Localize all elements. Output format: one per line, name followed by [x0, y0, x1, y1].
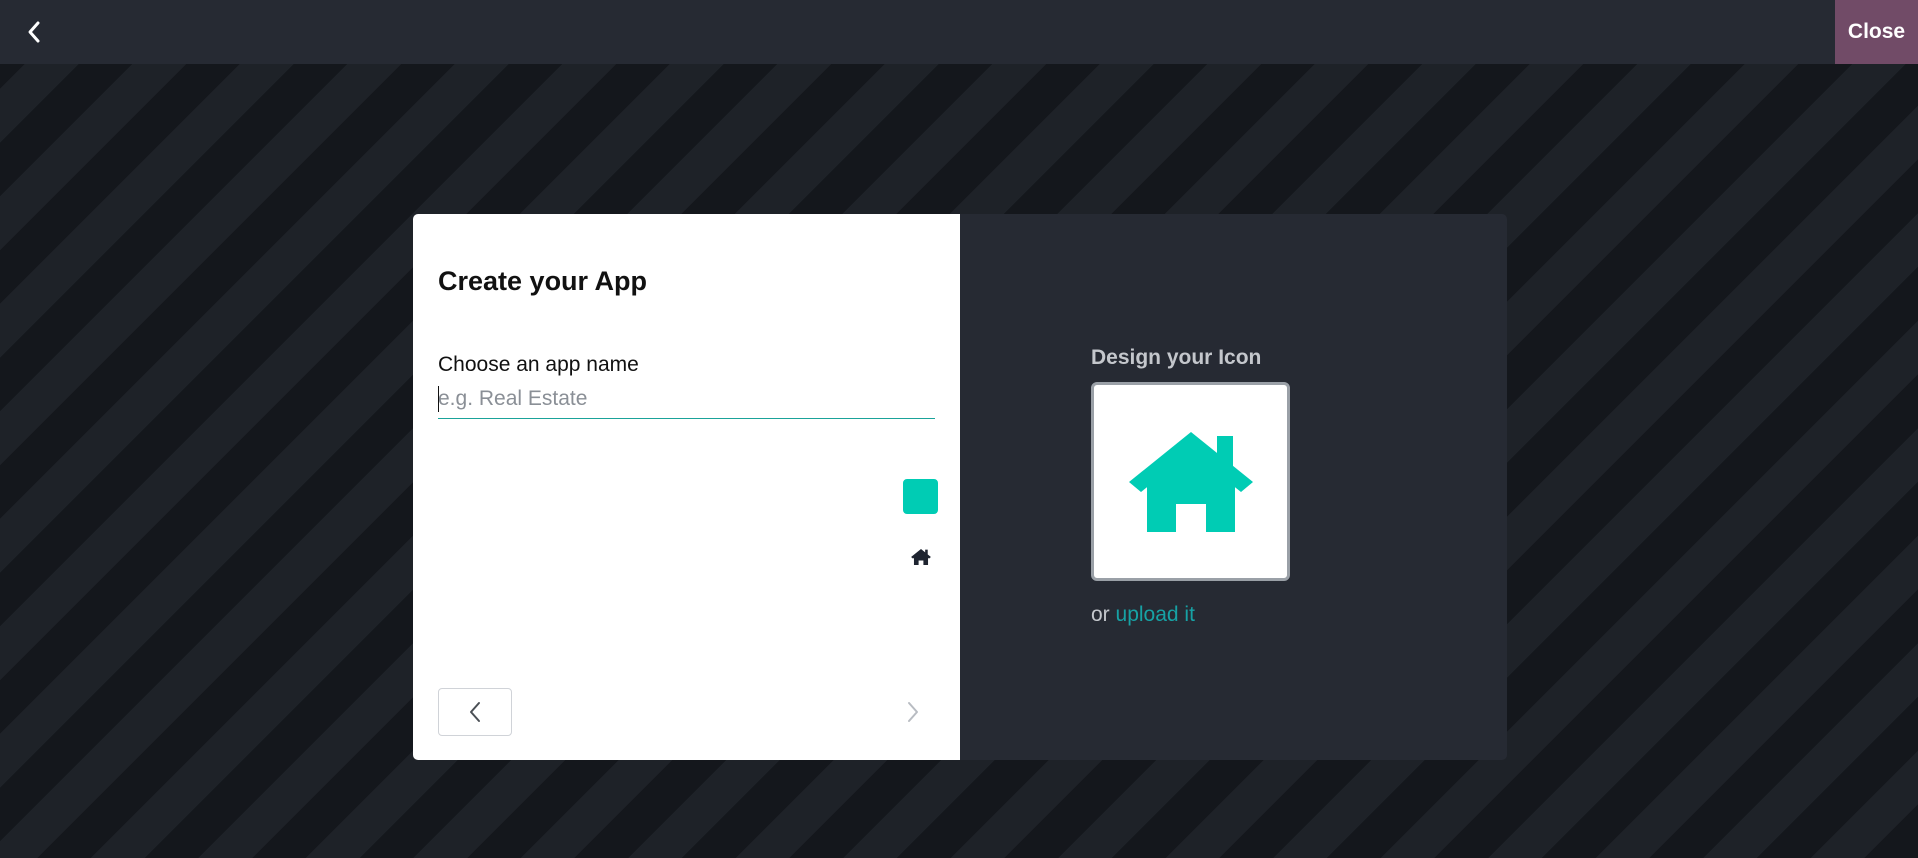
background-color-swatch[interactable]	[902, 419, 939, 456]
design-icon-label: Design your Icon	[1091, 346, 1262, 369]
icon-picker-swatch[interactable]	[902, 538, 939, 575]
next-button[interactable]	[883, 688, 943, 736]
dialog-title: Create your App	[438, 266, 648, 296]
icon-color-swatch[interactable]	[902, 478, 939, 515]
chevron-left-icon	[470, 702, 480, 722]
previous-button[interactable]	[438, 688, 512, 736]
icon-preview	[1091, 382, 1290, 581]
app-name-label: Choose an app name	[438, 353, 639, 376]
upload-link[interactable]: upload it	[1116, 603, 1195, 626]
chevron-left-icon	[28, 21, 40, 43]
upload-line: or upload it	[1091, 603, 1195, 627]
app-name-pane: Create your App Choose an app name	[413, 214, 960, 760]
upload-prefix: or	[1091, 603, 1110, 626]
create-app-dialog: Create your App Choose an app name Desig…	[413, 214, 1507, 760]
top-bar: Close	[0, 0, 1918, 64]
app-name-input[interactable]	[438, 383, 935, 419]
home-icon	[910, 548, 931, 565]
back-button[interactable]	[18, 12, 50, 52]
chevron-right-icon	[908, 702, 918, 722]
close-button[interactable]: Close	[1835, 0, 1918, 64]
home-icon	[1128, 431, 1253, 532]
text-caret	[438, 386, 439, 412]
icon-design-pane: Design your Icon or upload it	[960, 214, 1507, 760]
